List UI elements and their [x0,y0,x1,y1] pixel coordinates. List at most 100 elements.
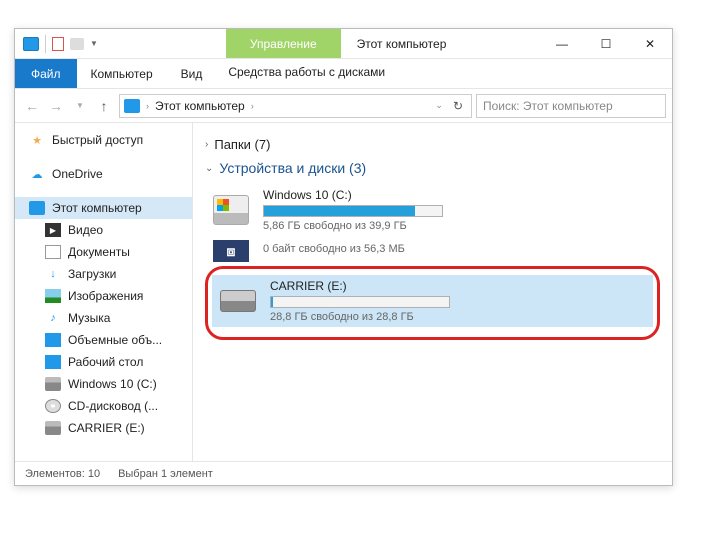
chevron-right-icon[interactable]: › [251,101,254,111]
drive-free-text: 28,8 ГБ свободно из 28,8 ГБ [270,311,647,323]
drive-name: CARRIER (E:) [270,279,647,293]
explorer-window: ▼ Управление Этот компьютер — ☐ ✕ Файл К… [14,28,673,486]
desktop-icon [45,355,61,369]
sidebar-item-label: Объемные объ... [68,333,162,347]
section-drives[interactable]: ⌄ Устройства и диски (3) [205,160,660,176]
sidebar-item-label: Загрузки [68,267,116,281]
section-label: Устройства и диски (3) [219,160,366,176]
minimize-button[interactable]: — [540,29,584,58]
drive-free-text: 5,86 ГБ свободно из 39,9 ГБ [263,220,654,232]
sidebar-item-desktop[interactable]: Рабочий стол [15,351,192,373]
sidebar-item-this-pc[interactable]: Этот компьютер [15,197,192,219]
window-title: Этот компьютер [341,29,540,58]
back-button[interactable]: ← [21,95,43,117]
sidebar-item-label: Рабочий стол [68,355,143,369]
sidebar-item-label: OneDrive [52,167,103,181]
sidebar-item-label: Изображения [68,289,143,303]
navigation-bar: ← → ▼ ↑ › Этот компьютер › ⌄ ↻ Поиск: Эт… [15,89,672,123]
drive-item-c[interactable]: Windows 10 (C:) 5,86 ГБ свободно из 39,9… [205,184,660,236]
drive-icon [45,377,61,391]
sidebar-item-drive-d[interactable]: CD-дисковод (... [15,395,192,417]
sidebar-item-onedrive[interactable]: ☁ OneDrive [15,163,192,185]
sidebar-item-label: Видео [68,223,103,237]
sidebar-item-label: Документы [68,245,130,259]
new-folder-icon[interactable] [70,38,84,50]
up-button[interactable]: ↑ [93,95,115,117]
status-item-count: Элементов: 10 [25,468,100,480]
history-dropdown-icon[interactable]: ▼ [69,95,91,117]
chevron-right-icon[interactable]: › [146,101,149,111]
sidebar-item-documents[interactable]: Документы [15,241,192,263]
tab-computer[interactable]: Компьютер [77,59,167,88]
sidebar-item-quick-access[interactable]: ★ Быстрый доступ [15,129,192,151]
maximize-button[interactable]: ☐ [584,29,628,58]
highlight-annotation: CARRIER (E:) 28,8 ГБ свободно из 28,8 ГБ [205,266,660,340]
ribbon-tabs: Файл Компьютер Вид Средства работы с дис… [15,59,672,89]
disc-icon [45,399,61,413]
drive-name: Windows 10 (C:) [263,188,654,202]
status-selection: Выбран 1 элемент [118,468,213,480]
sidebar-item-pictures[interactable]: Изображения [15,285,192,307]
capacity-bar [270,296,450,308]
section-label: Папки (7) [214,137,270,152]
sidebar-item-videos[interactable]: ▶ Видео [15,219,192,241]
qat-dropdown-icon[interactable]: ▼ [90,39,98,48]
file-tab[interactable]: Файл [15,59,77,88]
drive-icon [45,421,61,435]
sidebar-item-label: CARRIER (E:) [68,421,145,435]
search-placeholder: Поиск: Этот компьютер [483,99,613,113]
document-icon [45,245,61,259]
video-icon: ▶ [45,223,61,237]
drive-item-e[interactable]: CARRIER (E:) 28,8 ГБ свободно из 28,8 ГБ [212,275,653,327]
content-pane: › Папки (7) ⌄ Устройства и диски (3) Win… [193,123,672,461]
forward-button[interactable]: → [45,95,67,117]
pictures-icon [45,289,61,303]
quick-access-toolbar: ▼ [15,29,106,58]
drive-icon [218,283,258,319]
computer-icon [29,201,45,215]
properties-icon[interactable] [52,37,64,51]
cloud-icon: ☁ [29,167,45,181]
tab-drive-tools[interactable]: Средства работы с дисками [216,59,397,88]
drive-info: Windows 10 (C:) 5,86 ГБ свободно из 39,9… [263,188,654,232]
navigation-pane: ★ Быстрый доступ ☁ OneDrive Этот компьют… [15,123,193,461]
refresh-icon[interactable]: ↻ [449,99,467,113]
capacity-bar [263,205,443,217]
sidebar-item-drive-c[interactable]: Windows 10 (C:) [15,373,192,395]
music-icon: ♪ [45,311,61,325]
sidebar-item-3d-objects[interactable]: Объемные объ... [15,329,192,351]
search-input[interactable]: Поиск: Этот компьютер [476,94,666,118]
sidebar-item-music[interactable]: ♪ Музыка [15,307,192,329]
chevron-down-icon: ⌄ [205,163,213,174]
address-bar[interactable]: › Этот компьютер › ⌄ ↻ [119,94,472,118]
drive-info: CD-дисковод (D:) VirtualBox Guest Additi… [263,240,654,255]
drive-item-d[interactable]: ⧈ CD-дисковод (D:) VirtualBox Guest Addi… [205,240,660,262]
computer-icon [23,37,39,51]
computer-icon [124,99,140,113]
sidebar-item-label: Этот компьютер [52,201,142,215]
tab-view[interactable]: Вид [167,59,217,88]
window-controls: — ☐ ✕ [540,29,672,58]
drive-free-text: 0 байт свободно из 56,3 МБ [263,243,654,255]
download-icon: ↓ [45,267,61,281]
breadcrumb[interactable]: Этот компьютер [155,99,245,113]
sidebar-item-label: Быстрый доступ [52,133,143,147]
sidebar-item-downloads[interactable]: ↓ Загрузки [15,263,192,285]
drive-info: CARRIER (E:) 28,8 ГБ свободно из 28,8 ГБ [270,279,647,323]
status-bar: Элементов: 10 Выбран 1 элемент [15,461,672,485]
titlebar: ▼ Управление Этот компьютер — ☐ ✕ [15,29,672,59]
cube-icon [45,333,61,347]
drive-icon [211,192,251,228]
chevron-right-icon: › [205,139,208,150]
nav-buttons: ← → ▼ ↑ [21,95,115,117]
sidebar-item-label: CD-дисковод (... [68,399,158,413]
sidebar-item-label: Музыка [68,311,110,325]
sidebar-item-drive-e[interactable]: CARRIER (E:) [15,417,192,439]
sidebar-item-label: Windows 10 (C:) [68,377,157,391]
section-folders[interactable]: › Папки (7) [205,137,660,152]
separator [45,35,46,53]
disc-icon: ⧈ [211,240,251,262]
chevron-down-icon[interactable]: ⌄ [435,100,443,111]
context-tab-header: Управление [226,29,341,58]
close-button[interactable]: ✕ [628,29,672,58]
